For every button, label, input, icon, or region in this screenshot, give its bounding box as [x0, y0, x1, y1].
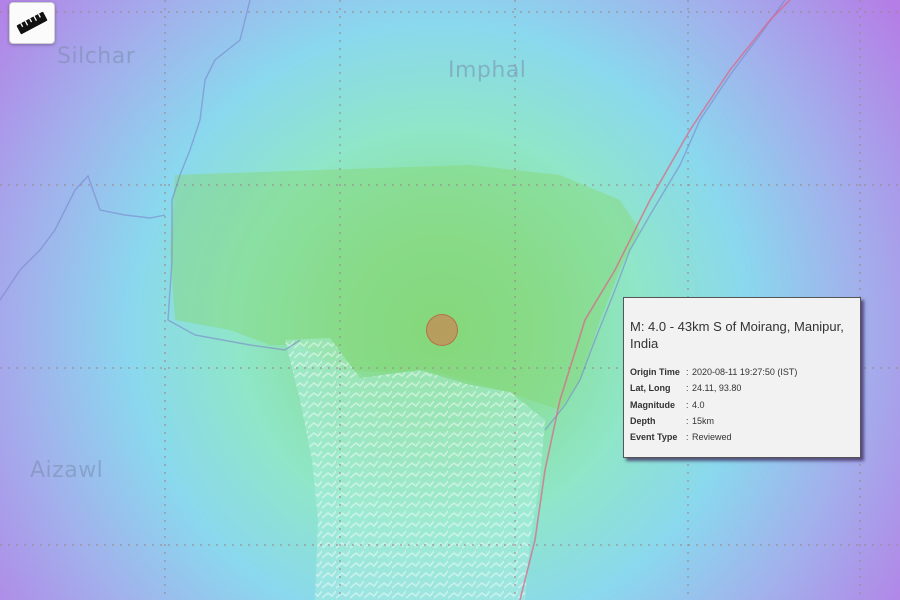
- lat-long-value: 24.11, 93.80: [692, 383, 742, 394]
- origin-time-value: 2020-08-11 19:27:50 (IST): [692, 367, 798, 377]
- popup-title: M: 4.0 - 43km S of Moirang, Manipur, Ind…: [630, 319, 844, 351]
- lat-long-label: Lat, Long: [630, 383, 671, 394]
- magnitude-label: Magnitude: [630, 399, 675, 410]
- ruler-icon: [16, 11, 48, 35]
- magnitude-value: 4.0: [692, 399, 705, 410]
- popup-row-origin-time: Origin Time : 2020-08-11 19:27:50 (IST): [630, 364, 853, 380]
- depth-value: 15km: [692, 415, 715, 426]
- origin-time-label: Origin Time: [630, 367, 680, 377]
- city-label-silchar: Silchar: [57, 44, 136, 69]
- popup-row-event-type: Event Type : Reviewed: [630, 429, 853, 445]
- depth-label: Depth: [630, 415, 656, 426]
- earthquake-info-popup: M: 4.0 - 43km S of Moirang, Manipur, Ind…: [623, 297, 861, 458]
- popup-row-lat-long: Lat, Long : 24.11, 93.80: [630, 380, 853, 396]
- measure-tool-button[interactable]: [9, 2, 55, 44]
- event-type-label: Event Type: [630, 432, 678, 443]
- city-label-imphal: Imphal: [448, 58, 527, 83]
- popup-row-depth: Depth : 15km: [630, 413, 853, 429]
- city-label-aizawl: Aizawl: [30, 458, 104, 483]
- popup-row-magnitude: Magnitude : 4.0: [630, 397, 853, 413]
- epicenter-marker[interactable]: [426, 314, 458, 346]
- event-type-value: Reviewed: [692, 432, 732, 443]
